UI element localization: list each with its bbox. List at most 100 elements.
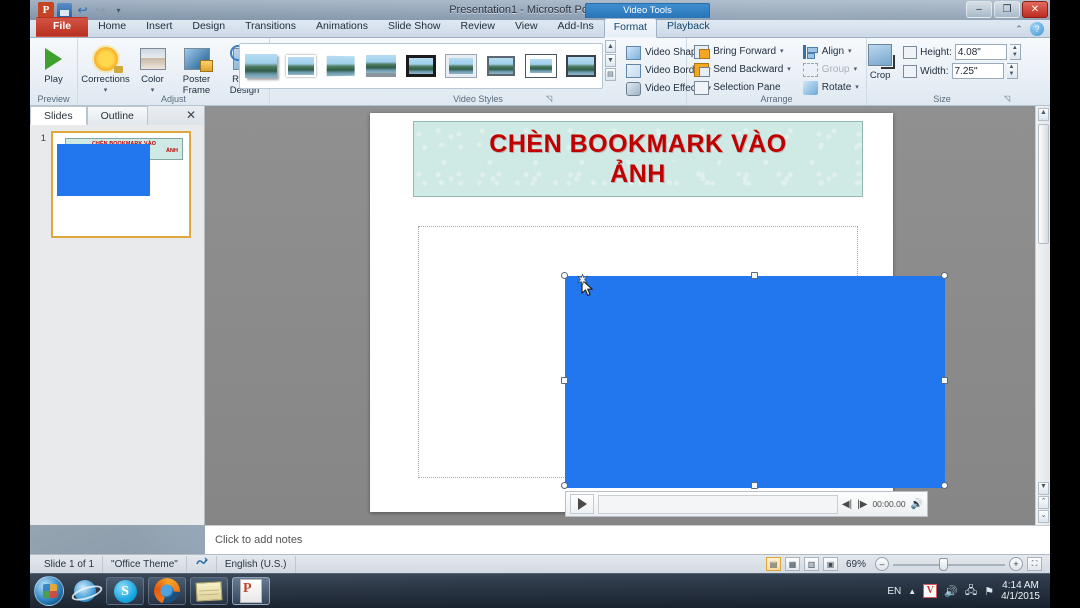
media-right-controls[interactable]: ◀| |▶ 00:00.00 🔊 — [842, 499, 923, 510]
scroll-up-icon[interactable]: ▲ — [1038, 108, 1049, 121]
width-stepper[interactable]: ▲ ▼ — [1006, 63, 1018, 79]
height-field-row[interactable]: Height: 4.08" ▲ ▼ — [903, 44, 1021, 60]
vertical-scrollbar[interactable]: ▲ ▼ ⌃ ⌄ — [1035, 106, 1050, 525]
normal-view-button[interactable]: ▤ — [765, 557, 781, 571]
chevron-down-icon[interactable]: ▾ — [787, 62, 791, 77]
tab-outline[interactable]: Outline — [86, 106, 148, 125]
video-style-thumb[interactable] — [362, 52, 399, 80]
resize-handle-w[interactable] — [561, 377, 568, 384]
status-bar-right[interactable]: ▤ ▦ ▥ ▣ 69% – + ⛶ — [765, 557, 1044, 571]
redo-icon[interactable]: ↪ — [93, 3, 108, 18]
tab-view[interactable]: View — [505, 17, 548, 37]
video-styles-dialog-launcher[interactable]: ◹ — [546, 94, 556, 104]
zoom-slider[interactable] — [893, 557, 1005, 571]
tab-transitions[interactable]: Transitions — [235, 17, 306, 37]
slide-thumbnail[interactable]: CHÈN BOOKMARK VÀO ẢNH — [51, 131, 191, 238]
slide-thumbnail-list[interactable]: 1 CHÈN BOOKMARK VÀO ẢNH — [30, 125, 204, 244]
clock[interactable]: 4:14 AM 4/1/2015 — [1001, 580, 1040, 602]
resize-handle-sw[interactable] — [561, 482, 568, 489]
video-style-thumb[interactable] — [562, 52, 599, 80]
zoom-out-button[interactable]: – — [875, 557, 889, 571]
language-label[interactable]: English (U.S.) — [217, 555, 296, 573]
tab-add-ins[interactable]: Add-Ins — [548, 17, 604, 37]
slide-edit-area[interactable]: CHÈN BOOKMARK VÀO ẢNH ◀| |▶ 00:00.00 🔊 ▲… — [205, 106, 1050, 525]
theme-label[interactable]: "Office Theme" — [103, 555, 187, 573]
close-button[interactable]: ✕ — [1022, 1, 1048, 18]
media-play-button[interactable] — [570, 494, 594, 514]
zoom-level-label[interactable]: 69% — [842, 559, 871, 570]
tab-home[interactable]: Home — [88, 17, 136, 37]
window-controls[interactable]: – ❐ ✕ — [966, 1, 1048, 18]
taskbar-firefox[interactable] — [148, 577, 186, 605]
step-forward-icon[interactable]: |▶ — [857, 499, 867, 510]
network-icon[interactable]: 🖧 — [965, 582, 977, 601]
video-style-thumb[interactable] — [322, 52, 359, 80]
tab-slide-show[interactable]: Slide Show — [378, 17, 451, 37]
restore-button[interactable]: ❐ — [994, 1, 1020, 18]
video-object-selection[interactable] — [561, 272, 948, 489]
resize-handle-ne[interactable] — [941, 272, 948, 279]
close-pane-icon[interactable]: ✕ — [186, 108, 196, 122]
step-back-icon[interactable]: ◀| — [842, 499, 852, 510]
slide-title-placeholder[interactable]: CHÈN BOOKMARK VÀO ẢNH — [413, 121, 863, 197]
tab-slides[interactable]: Slides — [30, 106, 87, 125]
width-input[interactable]: 7.25" — [951, 63, 1004, 79]
resize-handle-n[interactable] — [751, 272, 758, 279]
ribbon-help-buttons[interactable]: ⌃ ? — [1012, 22, 1044, 36]
next-slide-icon[interactable]: ⌄ — [1038, 510, 1049, 523]
media-seek-track[interactable] — [598, 494, 838, 514]
video-style-thumb[interactable] — [402, 52, 439, 80]
taskbar-powerpoint[interactable] — [232, 577, 270, 605]
collapse-ribbon-icon[interactable]: ⌃ — [1012, 22, 1026, 36]
resize-handle-s[interactable] — [751, 482, 758, 489]
unikey-icon[interactable]: V — [923, 584, 938, 598]
color-button[interactable]: Color ▾ — [134, 42, 172, 96]
reading-view-button[interactable]: ▥ — [803, 557, 819, 571]
video-style-thumb[interactable] — [242, 52, 279, 80]
align-button[interactable]: Align ▾ — [799, 43, 863, 60]
taskbar-notes[interactable] — [190, 577, 228, 605]
tab-format[interactable]: Format — [603, 18, 657, 38]
crop-button[interactable]: Crop — [863, 44, 897, 81]
save-icon[interactable] — [57, 2, 72, 18]
language-indicator[interactable]: EN — [887, 586, 901, 597]
slide-count-label[interactable]: Slide 1 of 1 — [36, 555, 104, 573]
height-stepper[interactable]: ▲ ▼ — [1009, 44, 1021, 60]
tab-review[interactable]: Review — [451, 17, 505, 37]
bring-forward-button[interactable]: Bring Forward ▾ — [690, 43, 795, 60]
help-icon[interactable]: ? — [1030, 22, 1044, 36]
spell-check-icon[interactable] — [187, 555, 217, 573]
show-hidden-icons[interactable]: ▲ — [908, 587, 916, 596]
tab-design[interactable]: Design — [182, 17, 235, 37]
resize-handle-nw[interactable] — [561, 272, 568, 279]
volume-icon[interactable]: 🔊 — [911, 499, 923, 510]
ribbon-tab-strip[interactable]: File Home Insert Design Transitions Anim… — [30, 17, 1050, 38]
play-button[interactable]: Play — [31, 42, 77, 85]
height-input[interactable]: 4.08" — [954, 44, 1007, 60]
undo-icon[interactable]: ↩ — [75, 3, 90, 18]
tab-animations[interactable]: Animations — [306, 17, 378, 37]
slide-sorter-view-button[interactable]: ▦ — [784, 557, 800, 571]
chevron-down-icon[interactable]: ▾ — [780, 44, 784, 59]
video-style-thumb[interactable] — [442, 52, 479, 80]
volume-icon[interactable]: 🔊 — [944, 585, 958, 598]
video-styles-gallery[interactable] — [238, 43, 603, 89]
media-control-bar[interactable]: ◀| |▶ 00:00.00 🔊 — [565, 491, 928, 517]
resize-handle-e[interactable] — [941, 377, 948, 384]
resize-handle-se[interactable] — [941, 482, 948, 489]
send-backward-button[interactable]: Send Backward ▾ — [690, 61, 795, 78]
chevron-down-icon[interactable]: ▾ — [855, 80, 859, 95]
fit-to-window-button[interactable]: ⛶ — [1027, 557, 1042, 571]
scroll-down-icon[interactable]: ▼ — [1038, 482, 1049, 495]
taskbar-skype[interactable]: S — [106, 577, 144, 605]
customize-qat-icon[interactable]: ▾ — [111, 3, 126, 18]
zoom-in-button[interactable]: + — [1009, 557, 1023, 571]
slides-pane-tabs[interactable]: Slides Outline ✕ — [30, 106, 204, 125]
width-field-row[interactable]: Width: 7.25" ▲ ▼ — [903, 63, 1021, 79]
gallery-scroll-up-icon[interactable]: ▲ — [604, 40, 616, 53]
powerpoint-logo-icon[interactable]: P — [38, 2, 54, 18]
video-style-thumb[interactable] — [282, 52, 319, 80]
corrections-button[interactable]: Corrections ▾ — [80, 42, 132, 96]
gallery-scroll-down-icon[interactable]: ▼ — [604, 54, 616, 67]
scrollbar-thumb[interactable] — [1038, 124, 1049, 244]
